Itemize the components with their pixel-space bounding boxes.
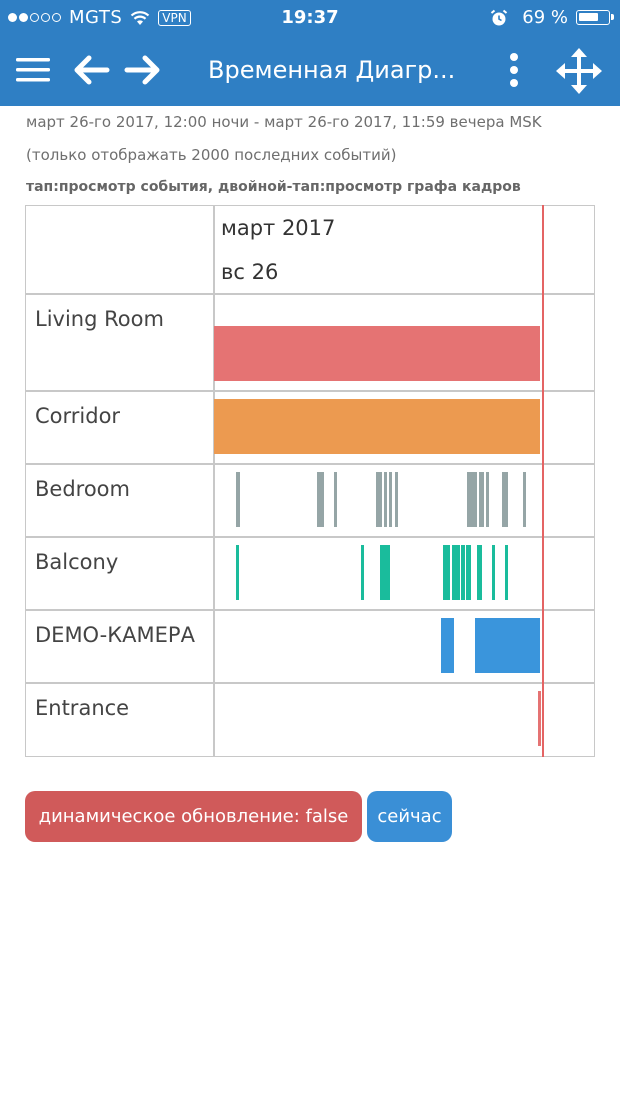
camera-row-label: Balcony (35, 550, 119, 574)
battery-icon (576, 10, 614, 25)
nav-bar: Временная Диагр... (0, 36, 620, 106)
timeline-grid[interactable]: март 2017 вс 26 Living Room Corridor Bedro… (25, 205, 595, 757)
event-bar[interactable] (460, 545, 466, 600)
event-bar[interactable] (442, 545, 451, 600)
live-update-toggle-button[interactable]: динамическое обновление: false (25, 791, 362, 842)
now-button[interactable]: сейчас (367, 791, 452, 842)
event-bar[interactable] (394, 472, 398, 527)
camera-row-label: Living Room (35, 307, 164, 331)
forward-arrow-icon[interactable] (124, 54, 162, 86)
battery-level-fill (579, 13, 598, 21)
event-bar[interactable] (467, 472, 477, 527)
timeline-header-month: март 2017 (221, 216, 336, 240)
row-divider (25, 390, 595, 392)
row-divider (25, 463, 595, 465)
event-bar[interactable] (236, 472, 240, 527)
camera-row-label: DEMO-КАМЕРА (35, 623, 195, 647)
event-bar[interactable] (478, 472, 485, 527)
event-bar[interactable] (466, 545, 472, 600)
event-bar[interactable] (474, 618, 540, 673)
app-header: MGTS VPN 19:37 69 % Временная Диагр... (0, 0, 620, 106)
event-bar[interactable] (505, 545, 509, 600)
camera-row-label: Entrance (35, 696, 130, 720)
alarm-icon (491, 9, 508, 25)
event-limit-text: (только отображать 2000 последних событи… (26, 146, 397, 164)
status-right: 69 % (490, 7, 614, 28)
event-bar[interactable] (476, 545, 483, 600)
event-bar[interactable] (214, 399, 540, 454)
event-bar[interactable] (389, 472, 393, 527)
event-bar[interactable] (236, 545, 240, 600)
menu-icon[interactable] (16, 56, 50, 84)
label-column-divider (213, 205, 215, 757)
event-bar[interactable] (316, 472, 325, 527)
event-bar[interactable] (501, 472, 509, 527)
move-arrows-icon[interactable] (556, 48, 602, 94)
gesture-hint-text: тап:просмотр события, двойной-тап:просмо… (26, 179, 521, 195)
row-divider (25, 609, 595, 611)
date-range-text: март 26-го 2017, 12:00 ночи - март 26-го… (26, 113, 542, 131)
camera-row-label: Corridor (35, 404, 121, 428)
event-bar[interactable] (486, 472, 490, 527)
event-bar[interactable] (492, 545, 496, 600)
current-time-marker (541, 205, 544, 757)
row-divider (25, 293, 595, 295)
back-arrow-icon[interactable] (72, 54, 110, 86)
event-bar[interactable] (214, 326, 540, 381)
timeline-header-day: вс 26 (221, 260, 279, 284)
status-bar: MGTS VPN 19:37 69 % (0, 0, 620, 36)
event-bar[interactable] (375, 472, 382, 527)
event-bar[interactable] (440, 618, 455, 673)
more-vertical-icon[interactable] (506, 52, 522, 88)
battery-tip (611, 14, 614, 20)
row-divider (25, 536, 595, 538)
battery-percent: 69 % (522, 7, 568, 28)
event-bar[interactable] (360, 545, 364, 600)
row-divider (25, 682, 595, 684)
event-bar[interactable] (452, 545, 460, 600)
event-bar[interactable] (537, 691, 541, 746)
event-bar[interactable] (522, 472, 526, 527)
event-bar[interactable] (383, 472, 388, 527)
event-bar[interactable] (379, 545, 391, 600)
camera-row-label: Bedroom (35, 477, 130, 501)
page-title: Временная Диагр... (208, 56, 456, 84)
event-bar[interactable] (334, 472, 337, 527)
